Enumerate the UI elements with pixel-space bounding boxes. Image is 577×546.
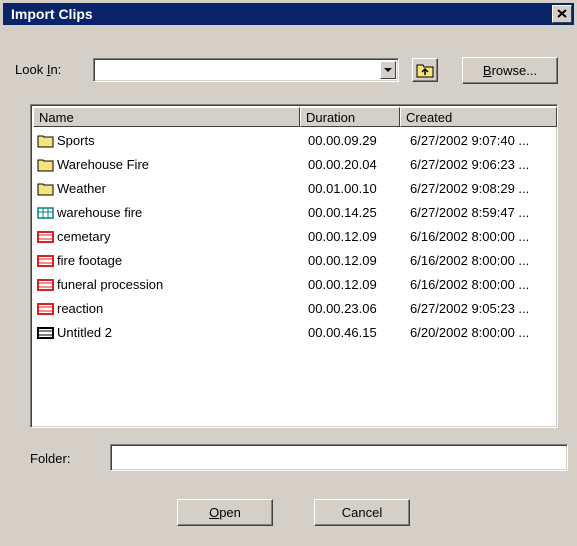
title-bar[interactable]: Import Clips: [3, 3, 574, 25]
list-item-duration: 00.00.23.06: [308, 301, 377, 316]
list-item-name-text: cemetary: [57, 229, 111, 244]
list-item-duration: 00.00.12.09: [308, 229, 377, 244]
browse-button[interactable]: Browse...: [462, 57, 558, 84]
list-item-duration: 00.00.12.09: [308, 253, 377, 268]
list-item-name-text: Untitled 2: [57, 325, 112, 340]
list-item-name-text: reaction: [57, 301, 104, 316]
clips-list-view[interactable]: Name Duration Created Sports 00.00.09.29 6…: [30, 104, 558, 428]
list-header: Name Duration Created: [33, 107, 557, 127]
dialog-title: Import Clips: [11, 6, 93, 22]
list-item[interactable]: funeral procession 00.00.12.09 6/16/2002 8…: [33, 273, 557, 297]
cancel-button[interactable]: Cancel: [314, 499, 410, 526]
list-item-name-text: warehouse fire: [57, 205, 143, 220]
look-in-label: Look In:: [15, 62, 62, 77]
list-item-duration: 00.00.46.15: [308, 325, 377, 340]
dropdown-arrow-button[interactable]: [380, 61, 396, 79]
list-item-duration: 00.01.00.10: [308, 181, 377, 196]
up-one-level-button[interactable]: [412, 58, 438, 82]
list-item-duration: 00.00.14.25: [308, 205, 377, 220]
list-item-created: 6/27/2002 9:08:29 ...: [410, 181, 530, 196]
list-item-duration: 00.00.12.09: [308, 277, 377, 292]
list-item-duration: 00.00.20.04: [308, 157, 377, 172]
list-item-created: 6/27/2002 9:07:40 ...: [410, 133, 530, 148]
list-item[interactable]: cemetary 00.00.12.09 6/16/2002 8:00:00 ...: [33, 225, 557, 249]
look-in-dropdown[interactable]: [93, 58, 399, 82]
list-item[interactable]: reaction 00.00.23.06 6/27/2002 9:05:23 ...: [33, 297, 557, 321]
folder-up-icon: [416, 64, 434, 78]
list-item[interactable]: fire footage 00.00.12.09 6/16/2002 8:00:00…: [33, 249, 557, 273]
open-button[interactable]: Open: [177, 499, 273, 526]
list-item[interactable]: Sports 00.00.09.29 6/27/2002 9:07:40 ...: [33, 129, 557, 153]
folder-label: Folder:: [30, 451, 71, 466]
list-item-duration: 00.00.09.29: [308, 133, 377, 148]
column-header-name[interactable]: Name: [33, 107, 300, 127]
list-item-name-text: funeral procession: [57, 277, 164, 292]
list-item[interactable]: Warehouse Fire 00.00.20.04 6/27/2002 9:06:…: [33, 153, 557, 177]
list-item-created: 6/16/2002 8:00:00 ...: [410, 229, 530, 244]
list-item-created: 6/16/2002 8:00:00 ...: [410, 253, 530, 268]
folder-input[interactable]: [110, 444, 568, 471]
list-item-name-text: Weather: [57, 181, 106, 196]
list-item-name-text: fire footage: [57, 253, 123, 268]
list-item-created: 6/27/2002 9:06:23 ...: [410, 157, 530, 172]
list-item-name-text: Warehouse Fire: [57, 157, 149, 172]
list-item-name-text: Sports: [57, 133, 95, 148]
list-item[interactable]: warehouse fire 00.00.14.25 6/27/2002 8:59:…: [33, 201, 557, 225]
import-clips-dialog: Import Clips Look In: Browse... Name Dur…: [0, 0, 577, 546]
column-header-duration[interactable]: Duration: [300, 107, 400, 127]
close-icon: [557, 9, 567, 18]
list-item[interactable]: Untitled 2 00.00.46.15 6/20/2002 8:00:00 .…: [33, 321, 557, 345]
list-item-created: 6/27/2002 9:05:23 ...: [410, 301, 530, 316]
close-button[interactable]: [552, 5, 572, 23]
list-item-created: 6/27/2002 8:59:47 ...: [410, 205, 530, 220]
list-item-created: 6/20/2002 8:00:00 ...: [410, 325, 530, 340]
list-item-created: 6/16/2002 8:00:00 ...: [410, 277, 530, 292]
column-header-created[interactable]: Created: [400, 107, 557, 127]
list-item[interactable]: Weather 00.01.00.10 6/27/2002 9:08:29 ...: [33, 177, 557, 201]
